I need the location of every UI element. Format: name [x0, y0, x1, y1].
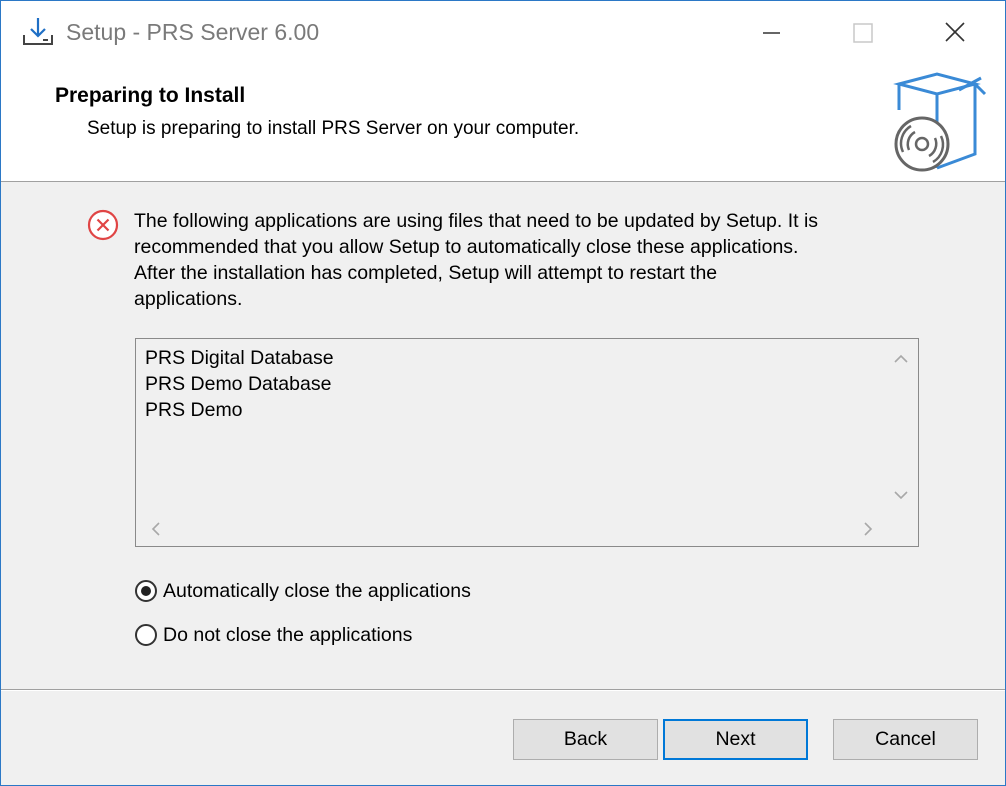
next-button[interactable]: Next — [663, 719, 808, 760]
scrollbar-corner — [885, 513, 917, 545]
cancel-button[interactable]: Cancel — [833, 719, 978, 760]
setup-window: Setup - PRS Server 6.00 Preparing to Ins… — [0, 0, 1006, 786]
minimize-icon — [763, 32, 780, 34]
do-not-close-radio[interactable] — [135, 624, 157, 646]
scroll-up-icon[interactable] — [892, 350, 910, 368]
list-item[interactable]: PRS Digital Database — [145, 345, 334, 371]
auto-close-radio[interactable] — [135, 580, 157, 602]
applications-listbox[interactable]: PRS Digital Database PRS Demo Database P… — [135, 338, 919, 547]
scroll-right-icon[interactable] — [859, 520, 877, 538]
back-button[interactable]: Back — [513, 719, 658, 760]
maximize-icon — [853, 23, 873, 43]
wizard-header: Preparing to Install Setup is preparing … — [1, 64, 1005, 182]
minimize-button[interactable] — [747, 13, 793, 53]
scroll-left-icon[interactable] — [147, 520, 165, 538]
scroll-down-icon[interactable] — [892, 486, 910, 504]
window-title: Setup - PRS Server 6.00 — [66, 19, 320, 45]
do-not-close-label[interactable]: Do not close the applications — [163, 624, 412, 647]
installer-download-icon — [21, 15, 55, 49]
warning-message: The following applications are using fil… — [134, 210, 819, 310]
page-title: Preparing to Install — [55, 84, 246, 107]
list-item[interactable]: PRS Demo — [145, 397, 334, 423]
option-do-not-close[interactable]: Do not close the applications — [135, 621, 412, 649]
close-icon — [945, 22, 965, 42]
title-bar[interactable]: Setup - PRS Server 6.00 — [1, 1, 1005, 64]
option-auto-close[interactable]: Automatically close the applications — [135, 577, 471, 605]
vertical-scrollbar[interactable] — [885, 340, 917, 512]
applications-list: PRS Digital Database PRS Demo Database P… — [145, 345, 334, 423]
horizontal-scrollbar[interactable] — [137, 513, 885, 545]
close-button[interactable] — [932, 13, 978, 53]
page-subtitle: Setup is preparing to install PRS Server… — [87, 118, 580, 139]
footer-divider — [1, 689, 1005, 691]
error-circle-x-icon — [87, 209, 119, 241]
list-item[interactable]: PRS Demo Database — [145, 371, 334, 397]
box-disc-icon — [889, 70, 989, 174]
auto-close-label[interactable]: Automatically close the applications — [163, 580, 471, 603]
maximize-button[interactable] — [840, 13, 886, 53]
